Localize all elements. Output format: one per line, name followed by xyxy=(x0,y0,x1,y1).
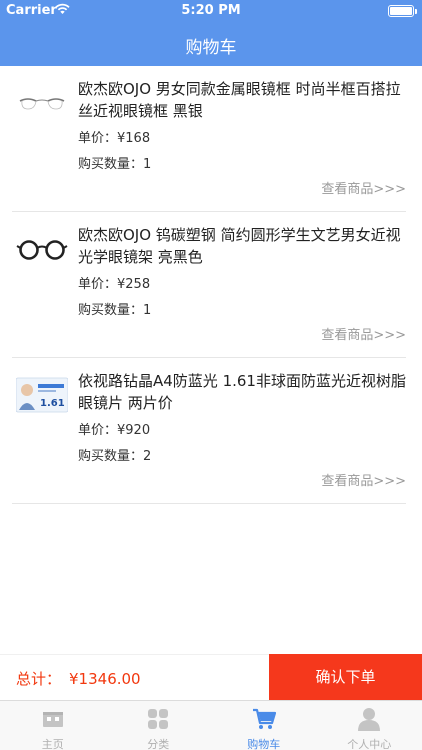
product-name[interactable]: 依视路钻晶A4防蓝光 1.61非球面防蓝光近视树脂眼镜片 两片价 xyxy=(78,370,406,414)
clock: 5:20 PM xyxy=(181,3,241,18)
checkout-bar: 总计： ¥1346.00 确认下单 xyxy=(0,654,422,701)
tab-profile[interactable]: 个人中心 xyxy=(317,701,422,750)
quantity-row: 购买数量：1 xyxy=(78,299,151,318)
quantity-value: 1 xyxy=(143,157,152,172)
view-product-link[interactable]: 查看商品>>> xyxy=(321,470,406,489)
cart-item[interactable]: 1.61 依视路钻晶A4防蓝光 1.61非球面防蓝光近视树脂眼镜片 两片价 单价… xyxy=(12,358,406,504)
quantity-value: 2 xyxy=(143,449,152,464)
battery-icon xyxy=(388,5,417,17)
cart-item[interactable]: 欧杰欧OJO 钨碳塑钢 简约圆形学生文艺男女近视光学眼镜架 亮黑色 单价：¥25… xyxy=(12,212,406,358)
lens-package-thumbnail: 1.61 xyxy=(16,377,68,413)
view-product-link[interactable]: 查看商品>>> xyxy=(321,324,406,343)
quantity-label: 购买数量： xyxy=(78,157,144,172)
tab-label: 主页 xyxy=(41,738,64,750)
tab-label: 购物车 xyxy=(247,738,281,750)
page-title: 购物车 xyxy=(185,38,237,58)
tab-bar: 主页 分类 购物车 个人中心 xyxy=(0,700,422,750)
price-row: 单价：¥168 xyxy=(78,127,150,146)
price-value: ¥920 xyxy=(117,423,151,438)
tab-home[interactable]: 主页 xyxy=(0,701,106,750)
price-label: 单价： xyxy=(78,131,118,146)
product-name[interactable]: 欧杰欧OJO 男女同款金属眼镜框 时尚半框百搭拉丝近视眼镜框 黑银 xyxy=(78,78,406,122)
total-amount: ¥1346.00 xyxy=(69,670,141,688)
svg-text:1.61: 1.61 xyxy=(40,398,65,409)
status-bar: Carrier 5:20 PM xyxy=(0,0,422,22)
tab-cart[interactable]: 购物车 xyxy=(211,701,317,750)
nav-bar: 购物车 xyxy=(0,22,422,66)
tab-category[interactable]: 分类 xyxy=(106,701,212,750)
quantity-row: 购买数量：1 xyxy=(78,153,151,172)
tab-label: 个人中心 xyxy=(347,738,392,750)
total-price: 总计： ¥1346.00 xyxy=(16,668,141,689)
price-value: ¥168 xyxy=(117,131,151,146)
total-label: 总计： xyxy=(16,670,62,688)
half-rim-glasses-thumbnail xyxy=(16,84,68,122)
round-black-glasses-thumbnail xyxy=(16,230,68,268)
price-row: 单价：¥920 xyxy=(78,419,150,438)
grid-icon xyxy=(148,709,169,729)
price-row: 单价：¥258 xyxy=(78,273,150,292)
price-value: ¥258 xyxy=(117,277,151,292)
cart-list: 欧杰欧OJO 男女同款金属眼镜框 时尚半框百搭拉丝近视眼镜框 黑银 单价：¥16… xyxy=(0,66,422,504)
tab-label: 分类 xyxy=(147,738,170,750)
quantity-label: 购买数量： xyxy=(78,303,144,318)
price-label: 单价： xyxy=(78,277,118,292)
quantity-label: 购买数量： xyxy=(78,449,144,464)
cart-item[interactable]: 欧杰欧OJO 男女同款金属眼镜框 时尚半框百搭拉丝近视眼镜框 黑银 单价：¥16… xyxy=(12,66,406,212)
quantity-value: 1 xyxy=(143,303,152,318)
price-label: 单价： xyxy=(78,423,118,438)
product-name[interactable]: 欧杰欧OJO 钨碳塑钢 简约圆形学生文艺男女近视光学眼镜架 亮黑色 xyxy=(78,224,406,268)
cart-icon xyxy=(252,708,276,729)
quantity-row: 购买数量：2 xyxy=(78,445,151,464)
confirm-order-button[interactable]: 确认下单 xyxy=(269,654,422,701)
person-icon xyxy=(358,708,381,731)
home-icon xyxy=(42,712,63,727)
view-product-link[interactable]: 查看商品>>> xyxy=(321,178,406,197)
